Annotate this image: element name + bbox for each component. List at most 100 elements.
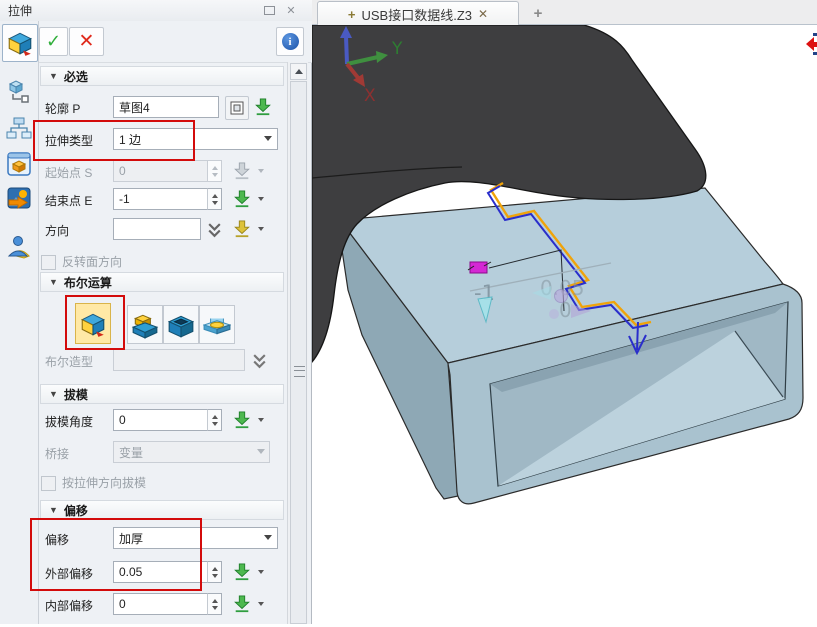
image-icon <box>6 185 32 211</box>
scrollbar-up-icon[interactable] <box>290 63 307 80</box>
outer-offset-label: 外部偏移 <box>45 565 111 582</box>
info-icon: i <box>282 33 299 50</box>
model-scene: -1 0.05 0 Y X <box>312 25 817 624</box>
dropdown-caret-icon[interactable] <box>264 535 272 544</box>
dialog-titlebar[interactable]: 拉伸 ✕ <box>0 0 312 22</box>
end-point-input[interactable]: -1 <box>113 188 208 210</box>
scrollbar-grip-icon[interactable] <box>294 366 305 377</box>
direction-row: 方向 <box>38 217 288 243</box>
boolean-intersect-icon <box>203 311 231 339</box>
view-manager-button[interactable] <box>2 147 36 181</box>
boolean-base-button[interactable] <box>75 303 111 344</box>
dropdown-caret-icon[interactable] <box>258 418 264 425</box>
green-down-arrow-icon <box>233 411 251 429</box>
tab-close-icon[interactable]: ✕ <box>478 7 488 21</box>
nested-squares-icon <box>229 100 245 116</box>
history-manager-button[interactable] <box>2 111 36 145</box>
direction-input[interactable] <box>113 218 201 240</box>
double-chevron-down-icon[interactable] <box>252 353 267 370</box>
axis-x-label: X <box>364 86 376 106</box>
end-point-spinner[interactable] <box>207 188 222 210</box>
outer-offset-spinner[interactable] <box>207 561 222 583</box>
extrude-type-row: 拉伸类型 1 边 <box>38 127 288 153</box>
dropdown-caret-icon[interactable] <box>264 136 272 145</box>
flip-face-checkbox <box>41 255 56 270</box>
offset-type-label: 偏移 <box>45 531 111 548</box>
start-point-spinner <box>207 160 222 182</box>
reference-geometry-button[interactable] <box>2 74 36 108</box>
boolean-remove-icon <box>167 311 195 339</box>
tab-active-document[interactable]: + USB接口数据线.Z3 ✕ <box>317 1 519 26</box>
inner-offset-label: 内部偏移 <box>45 597 111 614</box>
draft-angle-label: 拔模角度 <box>45 413 111 430</box>
cancel-button[interactable]: ✕ <box>69 27 104 56</box>
inner-offset-input[interactable]: 0 <box>113 593 208 615</box>
dropdown-caret-icon <box>257 449 265 458</box>
inner-offset-row: 内部偏移 0 <box>38 592 288 618</box>
green-down-arrow-icon <box>233 595 251 613</box>
draft-by-direction-row: 按拉伸方向拔模 <box>38 470 288 496</box>
panel-scrollbar[interactable] <box>287 62 308 624</box>
extrude-type-label: 拉伸类型 <box>45 132 111 149</box>
flowchart-icon <box>6 115 32 141</box>
end-apply-button[interactable] <box>231 189 252 209</box>
inner-offset-spinner[interactable] <box>207 593 222 615</box>
section-draft[interactable]: ▼ 拔模 <box>40 384 284 404</box>
outer-offset-ball[interactable] <box>555 290 568 303</box>
green-down-arrow-icon <box>233 563 251 581</box>
info-button[interactable]: i <box>276 27 304 56</box>
scrollbar-thumb[interactable] <box>290 81 307 624</box>
dock-icon[interactable] <box>261 4 277 17</box>
dropdown-caret-icon[interactable] <box>258 227 264 234</box>
dropdown-caret-icon[interactable] <box>258 570 264 577</box>
dock-box <box>264 6 275 15</box>
outer-offset-apply-button[interactable] <box>231 562 252 582</box>
extrude-type-dropdown[interactable]: 1 边 <box>113 128 278 150</box>
inner-offset-ball[interactable] <box>549 309 559 319</box>
start-point-input: 0 <box>113 160 208 182</box>
boolean-shape-label: 布尔造型 <box>45 353 111 370</box>
draft-angle-apply-button[interactable] <box>231 410 252 430</box>
section-required[interactable]: ▼ 必选 <box>40 66 284 86</box>
boolean-intersect-button[interactable] <box>199 305 235 344</box>
new-tab-button[interactable]: + <box>527 3 549 23</box>
boolean-remove-button[interactable] <box>163 305 199 344</box>
inner-offset-apply-button[interactable] <box>231 594 252 614</box>
dropdown-caret-icon[interactable] <box>258 602 264 609</box>
green-down-arrow-icon <box>254 98 272 116</box>
boolean-shape-input <box>113 349 245 371</box>
extrude-dialog: 拉伸 ✕ ✓ ✕ i <box>0 0 312 624</box>
close-icon[interactable]: ✕ <box>283 4 299 17</box>
extrude-command-button[interactable] <box>2 24 38 62</box>
direction-apply-button[interactable] <box>231 219 252 239</box>
section-offset[interactable]: ▼ 偏移 <box>40 500 284 520</box>
bridge-row: 桥接 变量 <box>38 440 288 466</box>
boolean-add-button[interactable] <box>127 305 163 344</box>
outer-offset-input[interactable]: 0.05 <box>113 561 208 583</box>
dropdown-caret-icon[interactable] <box>258 197 264 204</box>
draft-angle-input[interactable]: 0 <box>113 409 208 431</box>
profile-input[interactable]: 草图4 <box>113 96 219 118</box>
flip-face-label: 反转面方向 <box>62 253 122 270</box>
draft-angle-spinner[interactable] <box>207 409 222 431</box>
boolean-shape-row: 布尔造型 <box>38 348 288 374</box>
docked-toolbar-arrow-icon[interactable] <box>806 33 817 55</box>
pick-profile-button[interactable] <box>225 96 249 120</box>
offset-type-dropdown[interactable]: 加厚 <box>113 527 278 549</box>
profile-row: 轮廓 P 草图4 <box>38 95 288 121</box>
cube-tree-icon <box>6 78 32 104</box>
end-point-label: 结束点 E <box>45 192 111 209</box>
gray-down-arrow-icon <box>233 162 251 180</box>
double-chevron-down-icon[interactable] <box>207 222 222 239</box>
tab-doc-icon: + <box>348 7 356 22</box>
profile-label: 轮廓 P <box>45 100 111 117</box>
ok-button[interactable]: ✓ <box>39 27 68 56</box>
render-image-button[interactable] <box>2 181 36 215</box>
profile-apply-button[interactable] <box>252 97 273 117</box>
user-role-button[interactable] <box>2 229 36 263</box>
axis-y-label: Y <box>391 39 403 59</box>
section-boolean[interactable]: ▼ 布尔运算 <box>40 272 284 292</box>
document-tabbar: + USB接口数据线.Z3 ✕ + <box>312 0 817 25</box>
3d-viewport[interactable]: -1 0.05 0 Y X <box>312 25 817 624</box>
dialog-title: 拉伸 <box>8 2 32 19</box>
